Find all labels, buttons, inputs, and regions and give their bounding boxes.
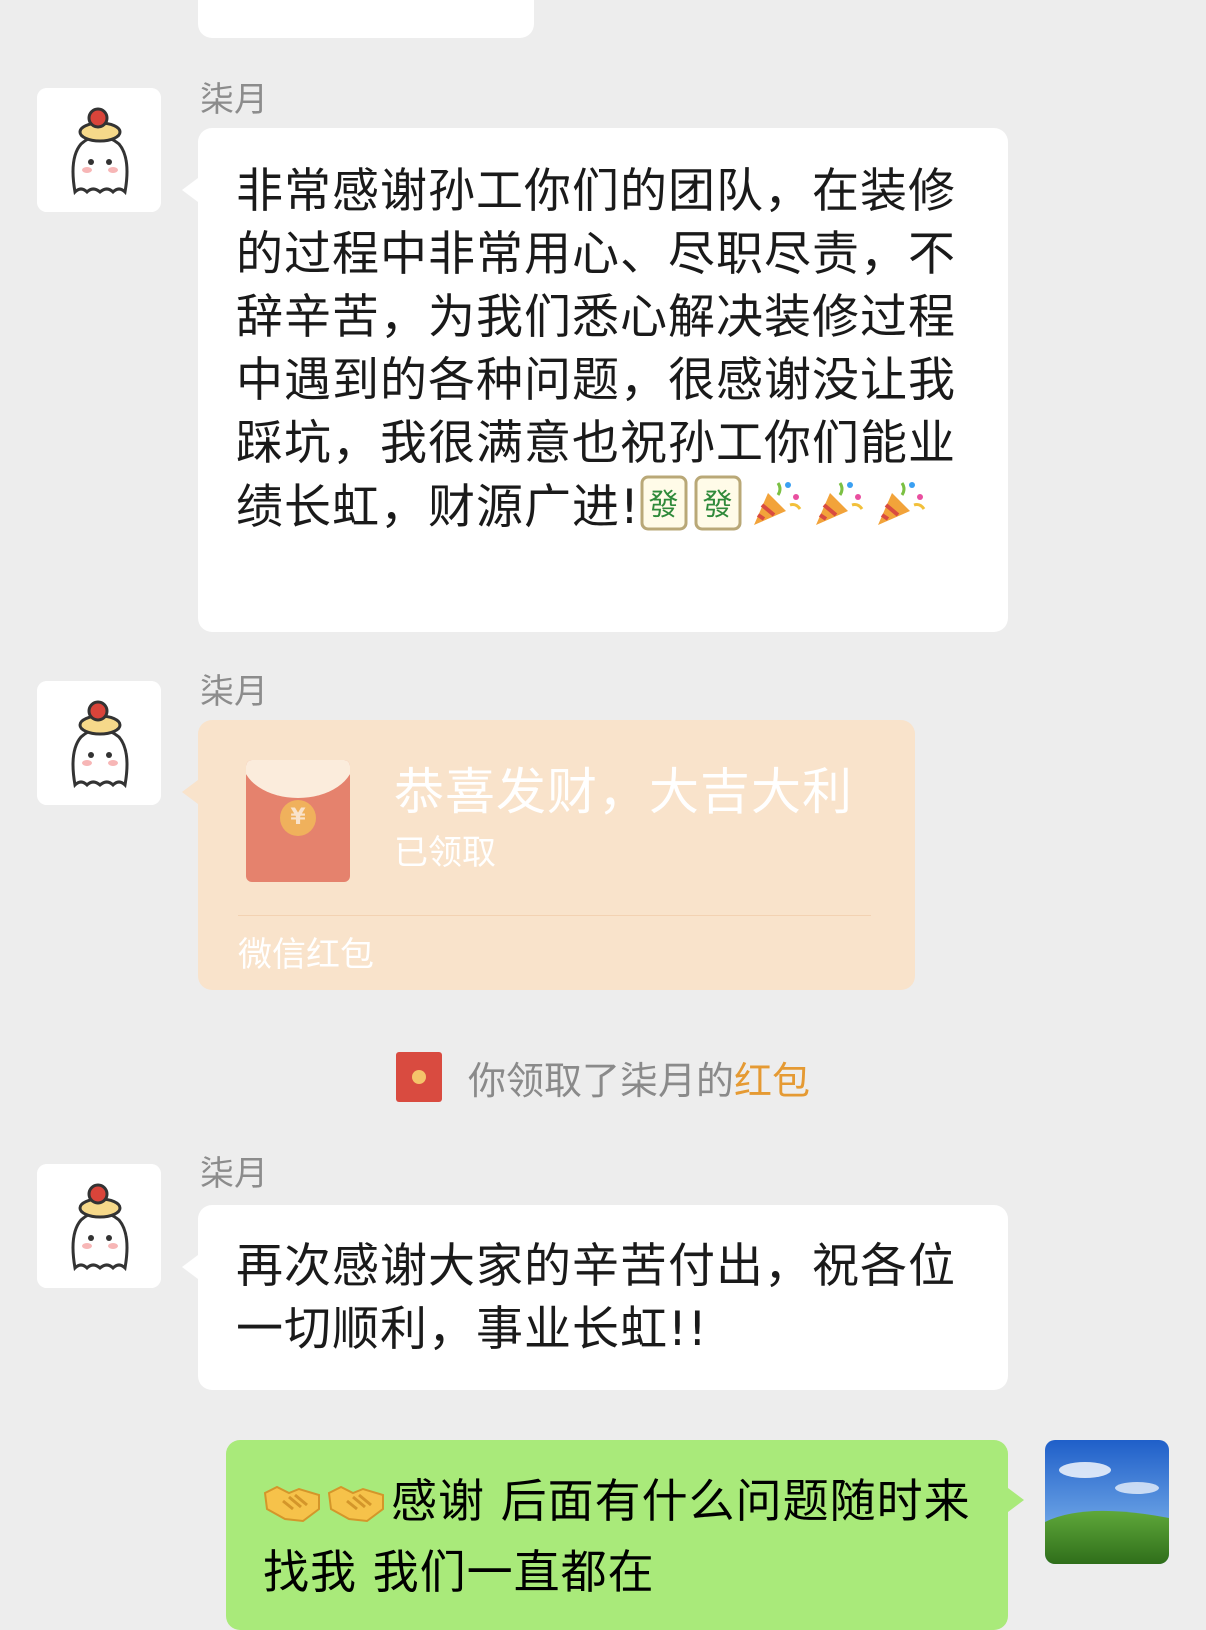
envelope-coin-icon: ¥ (280, 800, 316, 836)
landscape-avatar-icon (1045, 1440, 1169, 1564)
my-message-text: 感谢 后面有什么问题随时来找我 我们一直都在 (263, 1470, 978, 1604)
bubble-tail (182, 1255, 198, 1279)
contact-avatar[interactable] (37, 88, 161, 212)
svg-text:發: 發 (648, 488, 679, 523)
sender-name: 柒月 (200, 80, 268, 120)
red-packet-icon (395, 1052, 442, 1102)
my-message-bubble[interactable]: 感谢 后面有什么问题随时来找我 我们一直都在 (226, 1440, 1024, 1630)
mahjong-fa-icon: 發 (640, 475, 688, 547)
message-text: 非常感谢孙工你们的团队，在装修的过程中非常用心、尽职尽责，不辞辛苦，为我们悉心解… (236, 160, 974, 547)
ghost-avatar-icon (37, 88, 161, 212)
red-packet-title: 恭喜发财，大吉大利 (394, 763, 853, 821)
message-bubble[interactable]: 非常感谢孙工你们的团队，在装修的过程中非常用心、尽职尽责，不辞辛苦，为我们悉心解… (182, 128, 1008, 632)
party-popper-icon (872, 475, 928, 547)
contact-avatar[interactable] (37, 681, 161, 805)
handshake-icon (327, 1478, 385, 1541)
party-popper-icon (810, 475, 866, 547)
red-packet-footer: 微信红包 (238, 935, 374, 975)
contact-avatar[interactable] (37, 1164, 161, 1288)
bubble-tail (182, 178, 198, 202)
red-envelope-icon: ¥ (246, 760, 350, 882)
envelope-flap (246, 760, 350, 798)
sender-name: 柒月 (200, 672, 268, 712)
system-notice: 你领取了柒月的红包 (0, 1052, 1206, 1106)
ghost-avatar-icon (37, 1164, 161, 1288)
red-packet-status: 已领取 (394, 833, 496, 873)
svg-text:發: 發 (702, 488, 733, 523)
bubble-tail (1008, 1488, 1024, 1512)
bubble-tail (182, 780, 198, 804)
red-packet-divider (238, 915, 871, 916)
handshake-icon (263, 1478, 321, 1541)
party-popper-icon (748, 475, 804, 547)
message-bubble[interactable]: 再次感谢大家的辛苦付出，祝各位一切顺利，事业长虹!! (182, 1205, 1008, 1390)
my-avatar[interactable] (1045, 1440, 1169, 1564)
previous-message-bubble[interactable] (198, 0, 534, 38)
red-packet-link[interactable]: 红包 (734, 1059, 810, 1103)
system-notice-text: 你领取了柒月的 (467, 1059, 734, 1103)
sender-name: 柒月 (200, 1154, 268, 1194)
mahjong-fa-icon: 發 (694, 475, 742, 547)
message-text: 再次感谢大家的辛苦付出，祝各位一切顺利，事业长虹!! (236, 1239, 956, 1357)
red-packet-card[interactable]: ¥ 恭喜发财，大吉大利 已领取 微信红包 (182, 720, 915, 990)
ghost-avatar-icon (37, 681, 161, 805)
